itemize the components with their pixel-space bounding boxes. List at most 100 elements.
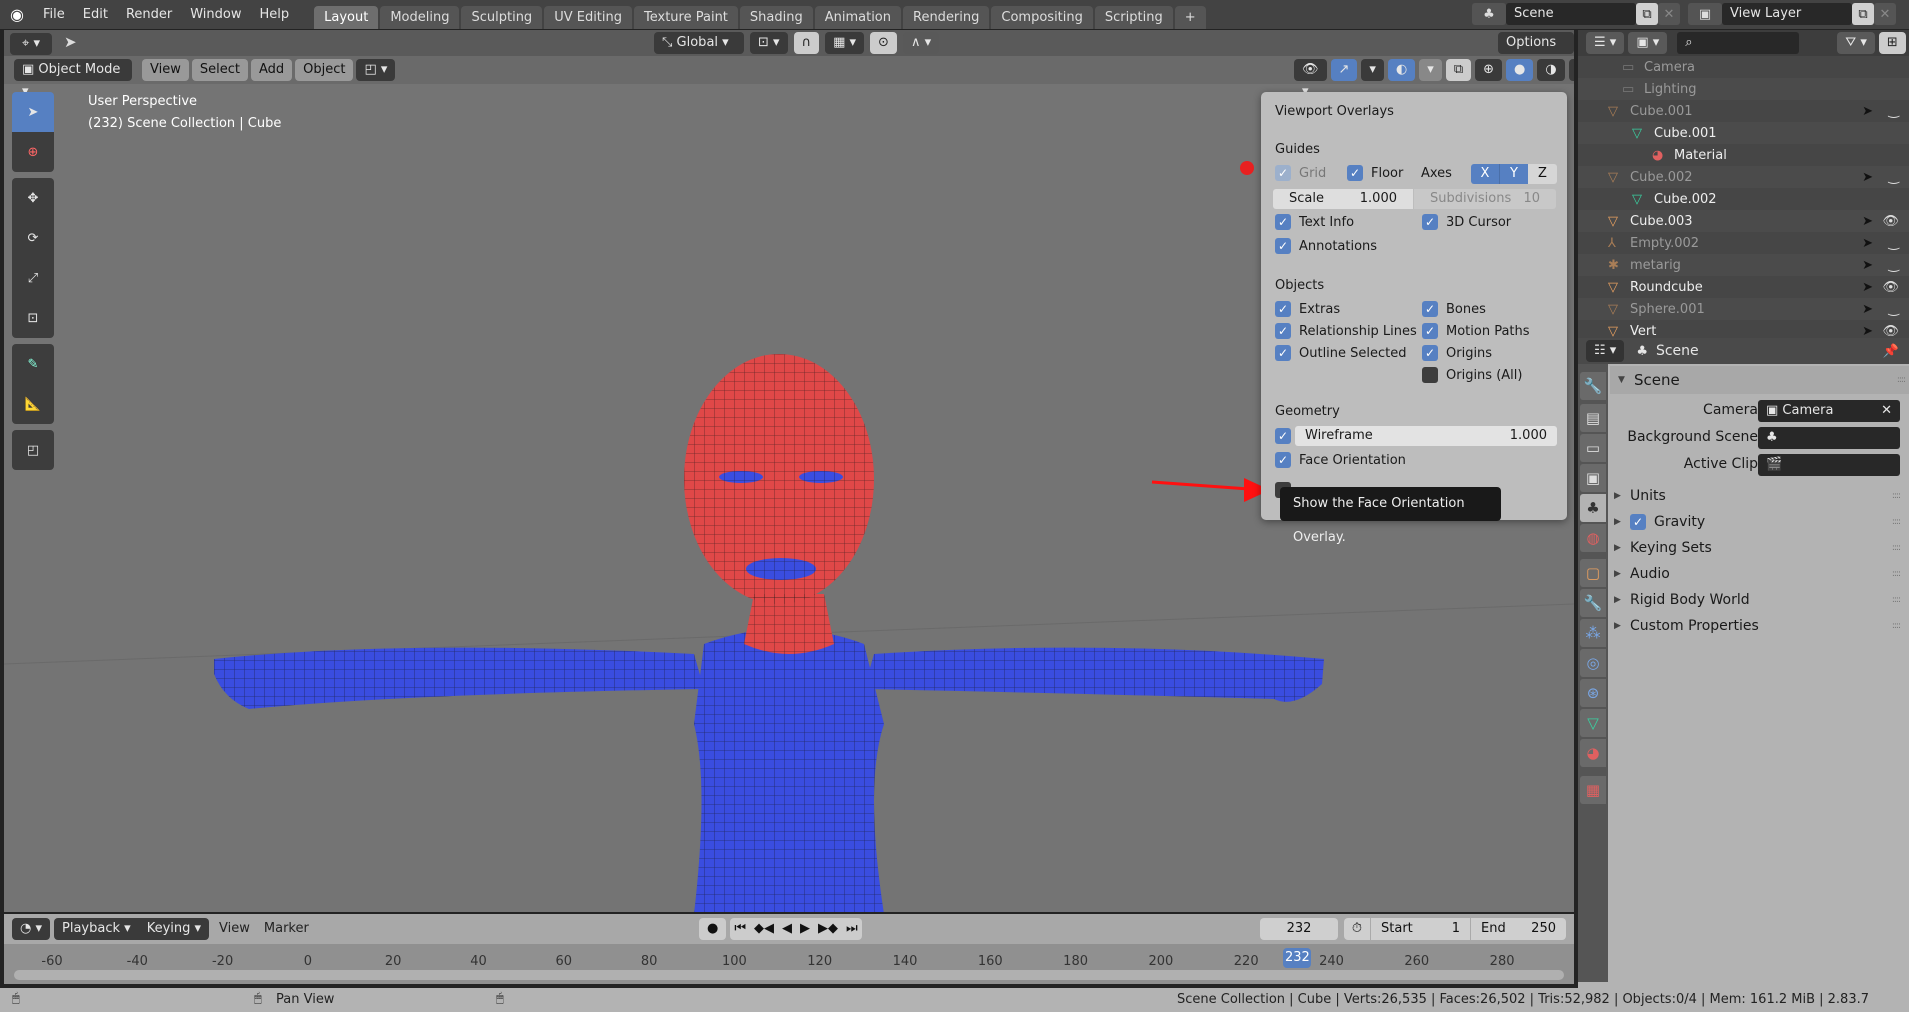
outliner-row[interactable]: ◕ Material — [1578, 144, 1909, 166]
outliner-row[interactable]: ▽ Cube.002 — [1578, 188, 1909, 210]
properties-editor-type[interactable]: ☷ ▾ — [1586, 340, 1625, 362]
tab-uv-editing[interactable]: UV Editing — [544, 5, 633, 29]
axis-z-toggle[interactable]: Z — [1528, 164, 1557, 184]
display-mode-dropdown[interactable]: ▣ ▾ — [1628, 32, 1668, 54]
pin-icon[interactable]: 📌 — [1883, 344, 1899, 359]
eye-closed-icon[interactable]: ‿ — [1889, 236, 1899, 251]
snap-toggle[interactable]: ∩ — [793, 32, 820, 54]
drag-handle[interactable]: :::: — [1892, 595, 1901, 605]
selectable-icon[interactable]: ➤ — [1862, 280, 1873, 295]
floor-checkbox[interactable]: ✓ Floor — [1347, 165, 1403, 181]
tool-tab-icon[interactable]: 🔧 — [1580, 372, 1606, 400]
delete-view-layer-icon[interactable]: ✕ — [1874, 3, 1896, 25]
options-dropdown[interactable]: Options ▾ — [1498, 32, 1574, 72]
camera-field[interactable]: ▣ Camera ✕ — [1758, 400, 1900, 422]
selectable-icon[interactable]: ➤ — [1862, 324, 1873, 339]
eye-icon[interactable]: 👁 — [1882, 324, 1899, 339]
shading-solid[interactable]: ● — [1506, 59, 1534, 81]
outliner-row[interactable]: ▽ Cube.003 ➤ 👁 — [1578, 210, 1909, 232]
menu-view[interactable]: View — [142, 59, 189, 81]
tab-animation[interactable]: Animation — [814, 5, 901, 29]
grid-checkbox[interactable]: ✓ Grid — [1275, 165, 1326, 181]
overlays-dropdown[interactable]: ▾ — [1419, 59, 1442, 81]
shading-rendered[interactable]: ◌ — [1568, 59, 1574, 81]
visibility-dropdown[interactable]: 👁 ▾ — [1294, 59, 1327, 99]
tab-texture-paint[interactable]: Texture Paint — [634, 5, 738, 29]
menu-window[interactable]: Window — [181, 0, 250, 29]
selectable-icon[interactable]: ➤ — [1862, 302, 1873, 317]
origins-all-checkbox[interactable]: Origins (All) — [1422, 367, 1522, 383]
material-tab-icon[interactable]: ◕ — [1580, 739, 1606, 767]
blender-logo-icon[interactable]: ◉ — [0, 5, 34, 24]
tab-scripting[interactable]: Scripting — [1094, 5, 1173, 29]
selectable-icon[interactable]: ➤ — [1862, 104, 1873, 119]
eye-closed-icon[interactable]: ‿ — [1889, 170, 1899, 185]
proportional-falloff-dropdown[interactable]: ∧ ▾ — [902, 32, 940, 54]
editor-type-button[interactable]: ⌖ ▾ — [10, 33, 52, 55]
gizmo-dropdown[interactable]: ▾ — [1361, 59, 1384, 81]
tab-layout[interactable]: Layout — [314, 5, 379, 29]
eye-closed-icon[interactable]: ‿ — [1889, 258, 1899, 273]
outliner-row[interactable]: ✱ metarig ➤ ‿ — [1578, 254, 1909, 276]
keying-sets-panel[interactable]: ▶ Keying Sets:::: — [1614, 536, 1904, 560]
eye-closed-icon[interactable]: ‿ — [1889, 104, 1899, 119]
selectable-icon[interactable]: ➤ — [1862, 214, 1873, 229]
world-tab-icon[interactable]: ◍ — [1580, 524, 1606, 552]
view-layer-tab-icon[interactable]: ▣ — [1580, 464, 1606, 492]
tab-rendering[interactable]: Rendering — [903, 5, 990, 29]
clear-camera-icon[interactable]: ✕ — [1881, 400, 1892, 422]
physics-tab-icon[interactable]: ◎ — [1580, 649, 1606, 677]
subdivisions-field[interactable]: Subdivisions 10 — [1414, 189, 1556, 209]
tab-sculpting[interactable]: Sculpting — [461, 5, 543, 29]
background-scene-field[interactable]: ♣ — [1758, 427, 1900, 449]
outliner-row[interactable]: ▽ Cube.001 — [1578, 122, 1909, 144]
drag-handle[interactable]: :::: — [1892, 543, 1901, 553]
overlays-toggle[interactable]: ◐ — [1387, 59, 1416, 81]
drag-handle[interactable]: :::: — [1892, 517, 1901, 527]
texture-tab-icon[interactable]: ▦ — [1580, 776, 1606, 804]
text-info-checkbox[interactable]: ✓ Text Info — [1275, 214, 1354, 230]
3d-cursor-checkbox[interactable]: ✓ 3D Cursor — [1422, 214, 1511, 230]
add-workspace-button[interactable]: + — [1174, 5, 1206, 29]
drag-handle[interactable]: :::: — [1892, 491, 1901, 501]
modifier-tab-icon[interactable]: 🔧 — [1580, 589, 1606, 617]
particles-tab-icon[interactable]: ⁂ — [1580, 619, 1606, 647]
menu-help[interactable]: Help — [251, 0, 299, 29]
scene-name-field[interactable]: Scene — [1506, 3, 1636, 25]
axis-x-toggle[interactable]: X — [1471, 164, 1499, 184]
pivot-point-dropdown[interactable]: ⊡ ▾ — [750, 32, 788, 54]
scene-icon[interactable]: ♣ — [1472, 3, 1506, 25]
outliner-row[interactable]: ▽ Cube.001 ➤ ‿ — [1578, 100, 1909, 122]
tab-compositing[interactable]: Compositing — [991, 5, 1093, 29]
outliner-row[interactable]: ⅄ Empty.002 ➤ ‿ — [1578, 232, 1909, 254]
outliner-editor-type[interactable]: ☰ ▾ — [1586, 32, 1625, 54]
new-view-layer-icon[interactable]: ⧉ — [1852, 3, 1874, 25]
outliner-row[interactable]: ▽ Sphere.001 ➤ ‿ — [1578, 298, 1909, 320]
bones-checkbox[interactable]: ✓ Bones — [1422, 301, 1486, 317]
scene-panel-header[interactable]: ▼ Scene:::: — [1610, 366, 1909, 394]
timeline-scrollbar[interactable] — [14, 970, 1564, 980]
extras-checkbox[interactable]: ✓ Extras — [1275, 301, 1340, 317]
constraints-tab-icon[interactable]: ⊛ — [1580, 679, 1606, 707]
outliner-search[interactable]: ⌕ — [1677, 32, 1800, 54]
selectable-icon[interactable]: ➤ — [1862, 236, 1873, 251]
eye-icon[interactable]: 👁 — [1882, 280, 1899, 295]
menu-edit[interactable]: Edit — [74, 0, 117, 29]
menu-object[interactable]: Object — [295, 59, 354, 81]
playhead[interactable]: 232 — [1283, 948, 1312, 968]
outliner-row[interactable]: ▭ Camera — [1578, 56, 1909, 78]
gravity-checkbox[interactable]: ✓ — [1630, 514, 1646, 530]
shading-material[interactable]: ◑ — [1537, 59, 1565, 81]
outliner-row[interactable]: ▽ Roundcube ➤ 👁 — [1578, 276, 1909, 298]
view-layer-icon[interactable]: ▣ — [1688, 3, 1722, 25]
xray-toggle[interactable]: ⧉ — [1445, 59, 1472, 81]
axis-y-toggle[interactable]: Y — [1499, 164, 1528, 184]
menu-select[interactable]: Select — [191, 59, 248, 81]
face-orientation-checkbox[interactable]: ✓ Face Orientation — [1275, 452, 1406, 468]
units-panel[interactable]: ▶ Units:::: — [1614, 484, 1904, 508]
shading-wireframe[interactable]: ⊕ — [1475, 59, 1503, 81]
drag-handle[interactable]: :::: — [1897, 375, 1906, 385]
scene-tab-icon[interactable]: ♣ — [1580, 494, 1606, 522]
menu-add[interactable]: Add — [250, 59, 293, 81]
active-clip-field[interactable]: 🎬 — [1758, 454, 1900, 476]
